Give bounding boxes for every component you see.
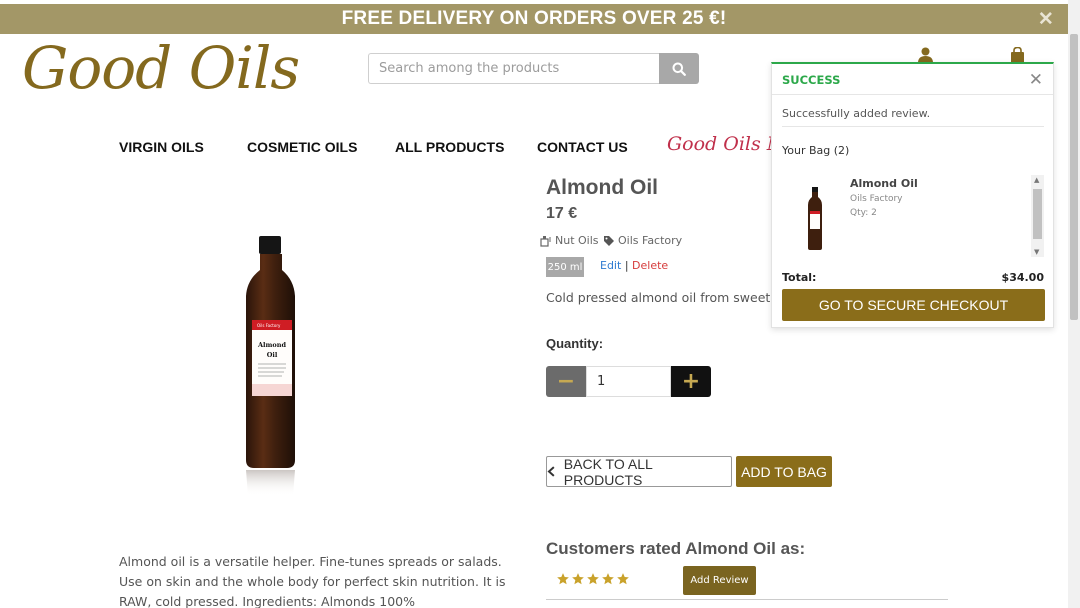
divider bbox=[546, 599, 948, 600]
banner-close-icon[interactable]: ✕ bbox=[1038, 8, 1054, 31]
nav-contact-us[interactable]: CONTACT US bbox=[537, 139, 628, 155]
nav-magazine[interactable]: Good Oils Magazine bbox=[667, 133, 773, 155]
scroll-up-icon[interactable]: ▲ bbox=[1034, 176, 1039, 184]
page: FREE DELIVERY ON ORDERS OVER 25 €! ✕ Goo… bbox=[0, 0, 1080, 608]
scroll-down-icon[interactable]: ▼ bbox=[1034, 248, 1039, 256]
chevron-left-icon bbox=[547, 466, 555, 477]
product-image: Oils Factory Almond Oil bbox=[246, 236, 295, 496]
quantity-label: Quantity: bbox=[546, 336, 604, 351]
star-icon bbox=[557, 573, 569, 585]
bag-title: Your Bag (2) bbox=[782, 144, 850, 157]
site-logo[interactable]: Good Oils bbox=[22, 34, 300, 102]
nav-cosmetic-oils[interactable]: COSMETIC OILS bbox=[247, 139, 357, 155]
edit-delete-links: Edit | Delete bbox=[600, 259, 668, 272]
bag-item-image[interactable] bbox=[806, 187, 824, 251]
add-review-button[interactable]: Add Review bbox=[683, 566, 756, 595]
back-to-products-button[interactable]: BACK TO ALL PRODUCTS bbox=[546, 455, 732, 488]
tag-icon bbox=[604, 235, 614, 246]
bottle-label-name-2: Oil bbox=[267, 351, 278, 359]
back-button-label: BACK TO ALL PRODUCTS bbox=[563, 455, 653, 488]
scroll-thumb[interactable] bbox=[1033, 189, 1042, 239]
bottle-label-brand: Oils Factory bbox=[257, 323, 281, 328]
account-icon[interactable] bbox=[918, 47, 933, 63]
success-toast: SUCCESS ✕ Successfully added review. You… bbox=[771, 62, 1054, 328]
delete-link[interactable]: Delete bbox=[632, 259, 668, 272]
shopping-bag-icon[interactable] bbox=[1010, 47, 1025, 63]
search-icon bbox=[672, 62, 686, 76]
link-separator: | bbox=[624, 259, 629, 272]
category-label: Nut Oils bbox=[555, 234, 599, 247]
star-icon bbox=[602, 573, 614, 585]
add-to-bag-button[interactable]: ADD TO BAG bbox=[736, 456, 832, 487]
size-badge[interactable]: 250 ml bbox=[546, 257, 584, 277]
search-input[interactable] bbox=[368, 53, 659, 84]
star-icon bbox=[587, 573, 599, 585]
star-icon bbox=[572, 573, 584, 585]
toast-heading: SUCCESS bbox=[782, 73, 841, 87]
bottle-label-name: Almond bbox=[257, 341, 286, 349]
bag-item-brand: Oils Factory bbox=[850, 194, 903, 204]
toast-message: Successfully added review. bbox=[782, 107, 931, 120]
product-category[interactable]: Nut Oils bbox=[540, 234, 599, 247]
page-scrollbar[interactable] bbox=[1068, 0, 1080, 608]
increment-button[interactable]: + bbox=[671, 366, 711, 397]
checkout-button[interactable]: GO TO SECURE CHECKOUT bbox=[782, 289, 1045, 321]
toast-divider bbox=[772, 94, 1053, 95]
product-title: Almond Oil bbox=[546, 176, 658, 199]
reviews-heading: Customers rated Almond Oil as: bbox=[546, 539, 806, 558]
total-value: $34.00 bbox=[1001, 271, 1044, 284]
nav-all-products[interactable]: ALL PRODUCTS bbox=[395, 139, 504, 155]
toast-close-icon[interactable]: ✕ bbox=[1029, 70, 1043, 90]
search-button[interactable] bbox=[659, 53, 699, 84]
product-short-description: Cold pressed almond oil from sweet almon… bbox=[546, 290, 774, 305]
rating-stars bbox=[556, 572, 630, 586]
banner-text: FREE DELIVERY ON ORDERS OVER 25 €! bbox=[341, 8, 727, 29]
toast-divider-2 bbox=[782, 126, 1044, 127]
delivery-banner: FREE DELIVERY ON ORDERS OVER 25 €! ✕ bbox=[0, 4, 1068, 34]
brand-label: Oils Factory bbox=[618, 234, 683, 247]
quantity-input[interactable]: 1 bbox=[586, 366, 671, 397]
nav-virgin-oils[interactable]: VIRGIN OILS bbox=[119, 139, 204, 155]
bag-item-name: Almond Oil bbox=[850, 177, 918, 190]
page-scroll-thumb[interactable] bbox=[1070, 34, 1078, 320]
decrement-button[interactable]: − bbox=[546, 366, 586, 397]
search-bar bbox=[368, 53, 699, 84]
bag-scrollbar[interactable]: ▲ ▼ bbox=[1031, 175, 1044, 257]
total-label: Total: bbox=[782, 271, 817, 284]
quantity-stepper: − 1 + bbox=[546, 366, 711, 397]
category-icon bbox=[540, 235, 551, 247]
product-price: 17 € bbox=[546, 205, 578, 222]
bag-item-qty: Qty: 2 bbox=[850, 208, 877, 218]
product-long-description: Almond oil is a versatile helper. Fine-t… bbox=[119, 554, 506, 608]
star-icon bbox=[617, 573, 629, 585]
edit-link[interactable]: Edit bbox=[600, 259, 621, 272]
product-brand[interactable]: Oils Factory bbox=[603, 234, 682, 247]
